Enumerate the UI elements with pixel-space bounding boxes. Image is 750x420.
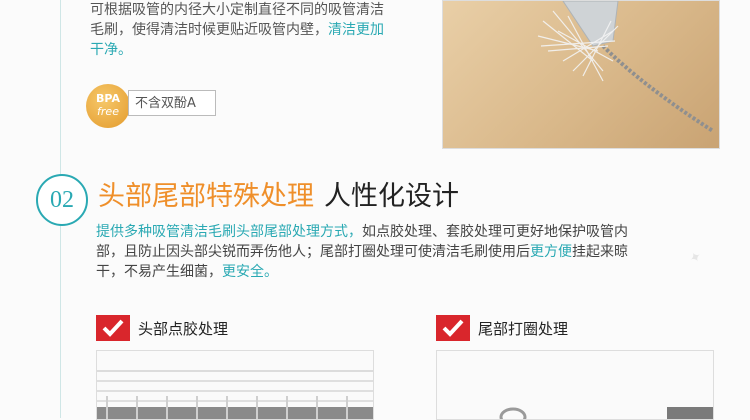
product-photo-brush bbox=[442, 0, 720, 149]
section-title: 头部尾部特殊处理 人性化设计 bbox=[98, 180, 459, 214]
desc-part-2: 部，且防止因头部尖锐而弄伤他人；尾部打圈处理可使清洁毛刷使用后 bbox=[96, 244, 530, 260]
feature-tail-loop: 尾部打圈处理 bbox=[436, 315, 568, 341]
intro-line-1: 可根据吸管的内径大小定制直径不同的吸管清洁 bbox=[90, 2, 384, 18]
bpa-label: 不含双酚A bbox=[128, 90, 216, 116]
desc-part-1: 如点胶处理、套胶处理可更好地保护吸管内 bbox=[362, 224, 628, 240]
bpa-free-icon: BPA free bbox=[86, 84, 130, 128]
watermark: ✦ bbox=[0, 118, 5, 138]
desc-highlight-2: 更方便 bbox=[530, 244, 572, 260]
brush-head-photo bbox=[96, 350, 374, 420]
watermark: ✦ bbox=[686, 248, 705, 268]
bpa-badge-bottom: free bbox=[97, 105, 119, 118]
intro-line-2: 毛刷，使得清洁时候更贴近吸管内壁，清洁更加 bbox=[90, 22, 384, 38]
desc-part-4: 干，不易产生细菌， bbox=[96, 264, 222, 280]
bpa-badge-top: BPA bbox=[96, 92, 120, 105]
check-icon bbox=[96, 315, 130, 341]
section-title-main: 头部尾部特殊处理 bbox=[98, 181, 314, 212]
desc-highlight-3: 更安全。 bbox=[222, 264, 278, 280]
section-number: 02 bbox=[36, 174, 88, 226]
intro-text: 可根据吸管的内径大小定制直径不同的吸管清洁 毛刷，使得清洁时候更贴近吸管内壁，清… bbox=[90, 0, 420, 60]
desc-highlight-1: 提供多种吸管清洁毛刷头部尾部处理方式， bbox=[96, 224, 362, 240]
feature-label: 头部点胶处理 bbox=[138, 319, 229, 338]
intro-line-3: 干净。 bbox=[90, 42, 132, 58]
section-title-sub: 人性化设计 bbox=[324, 181, 459, 212]
feature-label: 尾部打圈处理 bbox=[478, 319, 569, 338]
desc-part-3: 挂起来晾 bbox=[572, 244, 628, 260]
check-icon bbox=[436, 315, 470, 341]
brush-tail-photo bbox=[436, 350, 714, 420]
feature-head-glue: 头部点胶处理 bbox=[96, 315, 228, 341]
section-description: 提供多种吸管清洁毛刷头部尾部处理方式，如点胶处理、套胶处理可更好地保护吸管内 部… bbox=[96, 222, 666, 282]
